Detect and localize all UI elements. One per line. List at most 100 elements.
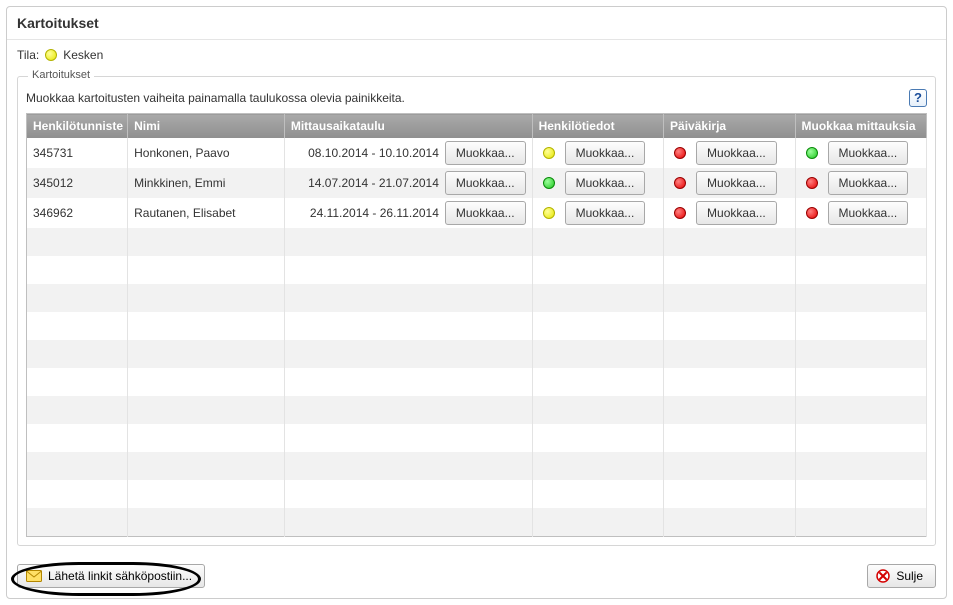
col-header-diary[interactable]: Päiväkirja	[664, 114, 795, 139]
edit-info-button[interactable]: Muokkaa...	[565, 171, 646, 195]
cell-empty	[795, 228, 927, 256]
cell-empty	[795, 480, 927, 508]
cell-id: 345012	[27, 168, 128, 198]
edit-measurements-button[interactable]: Muokkaa...	[828, 171, 909, 195]
send-links-button[interactable]: Lähetä linkit sähköpostiin...	[17, 564, 205, 588]
cell-empty	[795, 340, 927, 368]
cell-empty	[664, 480, 795, 508]
cell-empty	[128, 368, 285, 396]
cell-empty	[284, 256, 532, 284]
cell-empty	[795, 284, 927, 312]
cell-empty	[284, 340, 532, 368]
edit-info-button[interactable]: Muokkaa...	[565, 141, 646, 165]
cell-empty	[532, 452, 663, 480]
cell-empty	[27, 228, 128, 256]
col-header-schedule[interactable]: Mittausaikataulu	[284, 114, 532, 139]
cell-empty	[128, 480, 285, 508]
cell-empty	[128, 256, 285, 284]
close-button[interactable]: Sulje	[867, 564, 936, 588]
edit-schedule-button[interactable]: Muokkaa...	[445, 171, 526, 195]
col-header-edit[interactable]: Muokkaa mittauksia	[795, 114, 927, 139]
diary-status-dot-icon	[674, 207, 686, 219]
cell-diary: Muokkaa...	[664, 168, 795, 198]
cell-empty	[664, 396, 795, 424]
cell-empty	[532, 368, 663, 396]
cell-empty	[664, 228, 795, 256]
edit-diary-button[interactable]: Muokkaa...	[696, 141, 777, 165]
send-links-label: Lähetä linkit sähköpostiin...	[48, 569, 192, 583]
cell-empty	[532, 228, 663, 256]
cell-edit: Muokkaa...	[795, 168, 927, 198]
cell-empty	[532, 284, 663, 312]
table-row-empty	[27, 228, 927, 256]
cell-info: Muokkaa...	[532, 168, 663, 198]
cell-empty	[128, 396, 285, 424]
cell-empty	[795, 368, 927, 396]
cell-empty	[532, 396, 663, 424]
edit-schedule-button[interactable]: Muokkaa...	[445, 141, 526, 165]
cell-empty	[27, 452, 128, 480]
cell-info: Muokkaa...	[532, 138, 663, 168]
cell-empty	[284, 284, 532, 312]
table-row-empty	[27, 368, 927, 396]
table-row[interactable]: 346962Rautanen, Elisabet24.11.2014 - 26.…	[27, 198, 927, 228]
cell-empty	[795, 396, 927, 424]
cell-empty	[128, 284, 285, 312]
info-status-dot-icon	[543, 207, 555, 219]
cell-empty	[664, 340, 795, 368]
cell-empty	[284, 424, 532, 452]
edit-status-dot-icon	[806, 177, 818, 189]
schedule-text: 14.07.2014 - 21.07.2014	[308, 176, 439, 190]
cell-empty	[27, 396, 128, 424]
data-table: Henkilötunniste Nimi Mittausaikataulu He…	[26, 113, 927, 537]
cell-empty	[664, 508, 795, 536]
cell-empty	[27, 340, 128, 368]
cell-empty	[532, 480, 663, 508]
edit-schedule-button[interactable]: Muokkaa...	[445, 201, 526, 225]
cell-empty	[128, 312, 285, 340]
cell-empty	[27, 256, 128, 284]
fieldset-kartoitukset: Kartoitukset Muokkaa kartoitusten vaihei…	[17, 76, 936, 546]
mail-icon	[26, 570, 42, 582]
cell-id: 345731	[27, 138, 128, 168]
edit-measurements-button[interactable]: Muokkaa...	[828, 141, 909, 165]
cell-edit: Muokkaa...	[795, 138, 927, 168]
cell-empty	[284, 228, 532, 256]
edit-diary-button[interactable]: Muokkaa...	[696, 171, 777, 195]
cell-schedule: 24.11.2014 - 26.11.2014 Muokkaa...	[284, 198, 532, 228]
edit-measurements-button[interactable]: Muokkaa...	[828, 201, 909, 225]
edit-diary-button[interactable]: Muokkaa...	[696, 201, 777, 225]
edit-info-button[interactable]: Muokkaa...	[565, 201, 646, 225]
cell-empty	[795, 256, 927, 284]
status-dot-icon	[45, 49, 57, 61]
cell-empty	[284, 368, 532, 396]
col-header-id[interactable]: Henkilötunniste	[27, 114, 128, 139]
info-status-dot-icon	[543, 177, 555, 189]
diary-status-dot-icon	[674, 177, 686, 189]
cell-empty	[795, 424, 927, 452]
cell-empty	[128, 452, 285, 480]
cell-empty	[532, 256, 663, 284]
cell-empty	[532, 508, 663, 536]
cell-name: Minkkinen, Emmi	[128, 168, 285, 198]
instruction-row: Muokkaa kartoitusten vaiheita painamalla…	[26, 89, 927, 107]
cell-empty	[27, 368, 128, 396]
col-header-info[interactable]: Henkilötiedot	[532, 114, 663, 139]
cell-empty	[795, 508, 927, 536]
close-label: Sulje	[896, 569, 923, 583]
cell-empty	[664, 284, 795, 312]
table-row-empty	[27, 396, 927, 424]
cell-empty	[664, 256, 795, 284]
cell-empty	[284, 452, 532, 480]
cell-empty	[664, 312, 795, 340]
help-icon[interactable]: ?	[909, 89, 927, 107]
cell-diary: Muokkaa...	[664, 138, 795, 168]
button-bar: Lähetä linkit sähköpostiin... Sulje	[7, 556, 946, 598]
schedule-text: 24.11.2014 - 26.11.2014	[310, 206, 439, 220]
table-row[interactable]: 345731Honkonen, Paavo08.10.2014 - 10.10.…	[27, 138, 927, 168]
col-header-name[interactable]: Nimi	[128, 114, 285, 139]
info-status-dot-icon	[543, 147, 555, 159]
table-row[interactable]: 345012Minkkinen, Emmi 14.07.2014 - 21.07.…	[27, 168, 927, 198]
cell-name: Rautanen, Elisabet	[128, 198, 285, 228]
table-row-empty	[27, 508, 927, 536]
